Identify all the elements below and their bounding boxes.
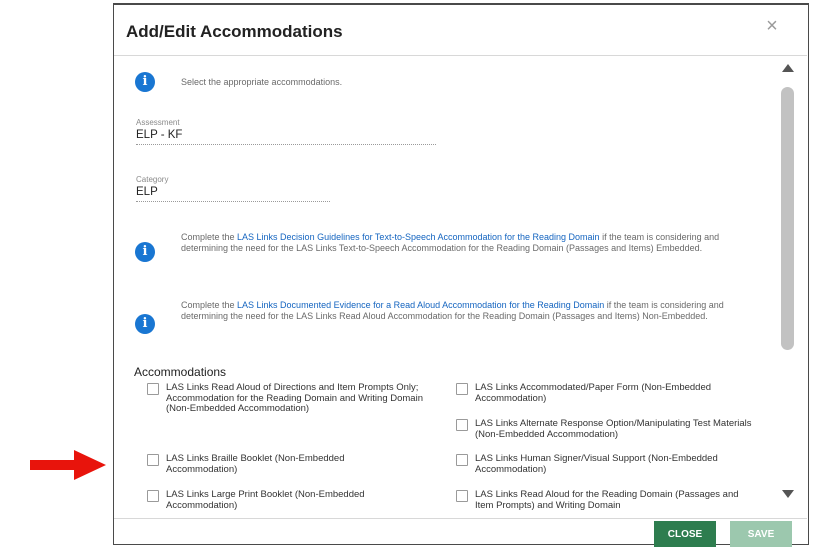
accommodations-heading: Accommodations — [134, 365, 227, 379]
red-arrow-icon — [30, 450, 106, 480]
info-icon: i — [135, 242, 155, 262]
checkbox[interactable] — [456, 419, 468, 431]
info-icon: i — [135, 314, 155, 334]
notice-prefix: Complete the — [181, 232, 238, 242]
accommodation-label: LAS Links Accommodated/Paper Form (Non-E… — [475, 382, 712, 404]
page: Add/Edit Accommodations × i Select the a… — [0, 0, 816, 547]
accommodation-label: LAS Links Large Print Booklet (Non-Embed… — [166, 489, 365, 511]
category-underline — [136, 201, 330, 202]
checkbox[interactable] — [456, 490, 468, 502]
scrollbar[interactable] — [780, 60, 796, 509]
close-icon[interactable]: × — [762, 13, 782, 39]
accommodation-label: LAS Links Human Signer/Visual Support (N… — [475, 453, 718, 475]
close-button[interactable]: CLOSE — [654, 521, 716, 547]
accommodation-label: LAS Links Read Aloud of Directions and I… — [166, 382, 423, 414]
text-to-speech-guidelines-link[interactable]: LAS Links Decision Guidelines for Text-t… — [237, 232, 600, 242]
assessment-value: ELP - KF — [136, 129, 183, 141]
intro-text: Select the appropriate accommodations. — [181, 77, 343, 87]
footer-divider — [114, 518, 807, 519]
notice-read-aloud: Complete the LAS Links Documented Eviden… — [181, 300, 753, 322]
category-value: ELP — [136, 186, 158, 198]
accommodations-dialog: Add/Edit Accommodations × i Select the a… — [113, 3, 809, 547]
info-icon: i — [135, 72, 155, 92]
scroll-down-icon[interactable] — [782, 490, 794, 498]
notice-prefix: Complete the — [181, 300, 238, 310]
scroll-up-icon[interactable] — [782, 64, 794, 72]
accommodation-label: LAS Links Read Aloud for the Reading Dom… — [475, 489, 739, 511]
accommodation-label: LAS Links Braille Booklet (Non-Embedded … — [166, 453, 345, 475]
notice-text-speech: Complete the LAS Links Decision Guidelin… — [181, 232, 753, 254]
scrollbar-thumb[interactable] — [781, 87, 794, 350]
accommodation-label: LAS Links Alternate Response Option/Mani… — [475, 418, 752, 440]
checkbox[interactable] — [147, 490, 159, 502]
read-aloud-evidence-link[interactable]: LAS Links Documented Evidence for a Read… — [237, 300, 604, 310]
save-button[interactable]: SAVE — [730, 521, 792, 547]
checkbox[interactable] — [147, 383, 159, 395]
checkbox[interactable] — [147, 454, 159, 466]
dialog-body: i Select the appropriate accommodations.… — [114, 56, 807, 518]
checkbox[interactable] — [456, 454, 468, 466]
checkbox[interactable] — [456, 383, 468, 395]
assessment-label: Assessment — [136, 118, 180, 127]
category-label: Category — [136, 175, 169, 184]
dialog-title: Add/Edit Accommodations — [126, 22, 343, 41]
assessment-underline — [136, 144, 436, 145]
